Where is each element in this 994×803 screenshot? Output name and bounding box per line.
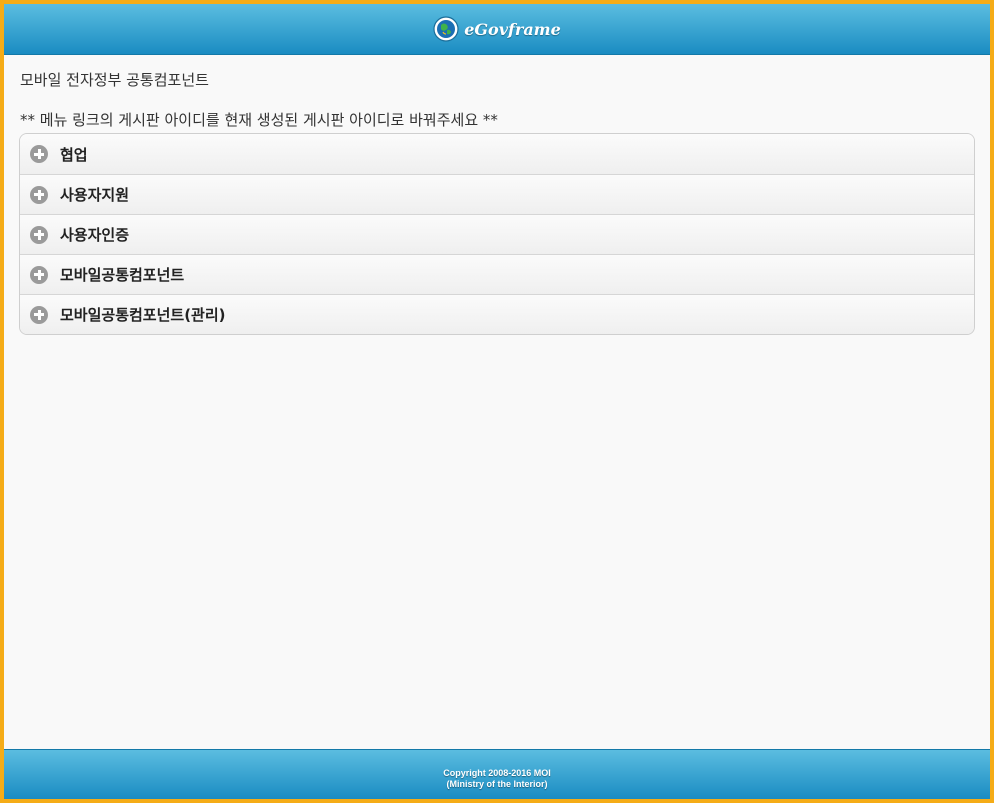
logo-text: eGovframe (464, 19, 561, 39)
ministry-text: (Ministry of the Interior) (446, 778, 548, 789)
plus-circle-icon (30, 145, 48, 163)
logo[interactable]: eGovframe (433, 16, 561, 42)
plus-circle-icon (30, 265, 48, 284)
header-bar: eGovframe (4, 4, 990, 55)
menu-item-label: 협업 (60, 145, 88, 164)
plus-circle-icon (30, 185, 48, 204)
menu-item-mobile-components-admin[interactable]: 모바일공통컴포넌트(관리) (20, 294, 974, 334)
menu-item-mobile-components[interactable]: 모바일공통컴포넌트 (20, 254, 974, 294)
menu-item-collaboration[interactable]: 협업 (20, 134, 974, 174)
menu-item-label: 사용자지원 (60, 186, 130, 204)
globe-emblem-icon (433, 16, 459, 42)
collapsible-menu: 협업 사용자지원 사용자인증 모바일공통컴포넌트 모바일공통컴포넌트(관리) (19, 133, 975, 335)
menu-item-label: 사용자인증 (60, 226, 130, 244)
footer-bar: Copyright 2008-2016 MOI (Ministry of the… (4, 749, 990, 799)
menu-item-label: 모바일공통컴포넌트 (60, 266, 185, 284)
plus-circle-icon (30, 225, 48, 244)
notice-text: ** 메뉴 링크의 게시판 아이디를 현재 생성된 게시판 아이디로 바꿔주세요… (20, 111, 498, 129)
menu-item-user-auth[interactable]: 사용자인증 (20, 214, 974, 254)
menu-item-user-support[interactable]: 사용자지원 (20, 174, 974, 214)
copyright-text: Copyright 2008-2016 MOI (443, 767, 551, 778)
main-content: 모바일 전자정부 공통컴포넌트 ** 메뉴 링크의 게시판 아이디를 현재 생성… (19, 54, 975, 335)
plus-circle-icon (30, 305, 48, 324)
app-frame: eGovframe 모바일 전자정부 공통컴포넌트 ** 메뉴 링크의 게시판 … (0, 0, 994, 803)
menu-item-label: 모바일공통컴포넌트(관리) (60, 306, 226, 324)
page-intro-text: 모바일 전자정부 공통컴포넌트 (20, 71, 209, 89)
